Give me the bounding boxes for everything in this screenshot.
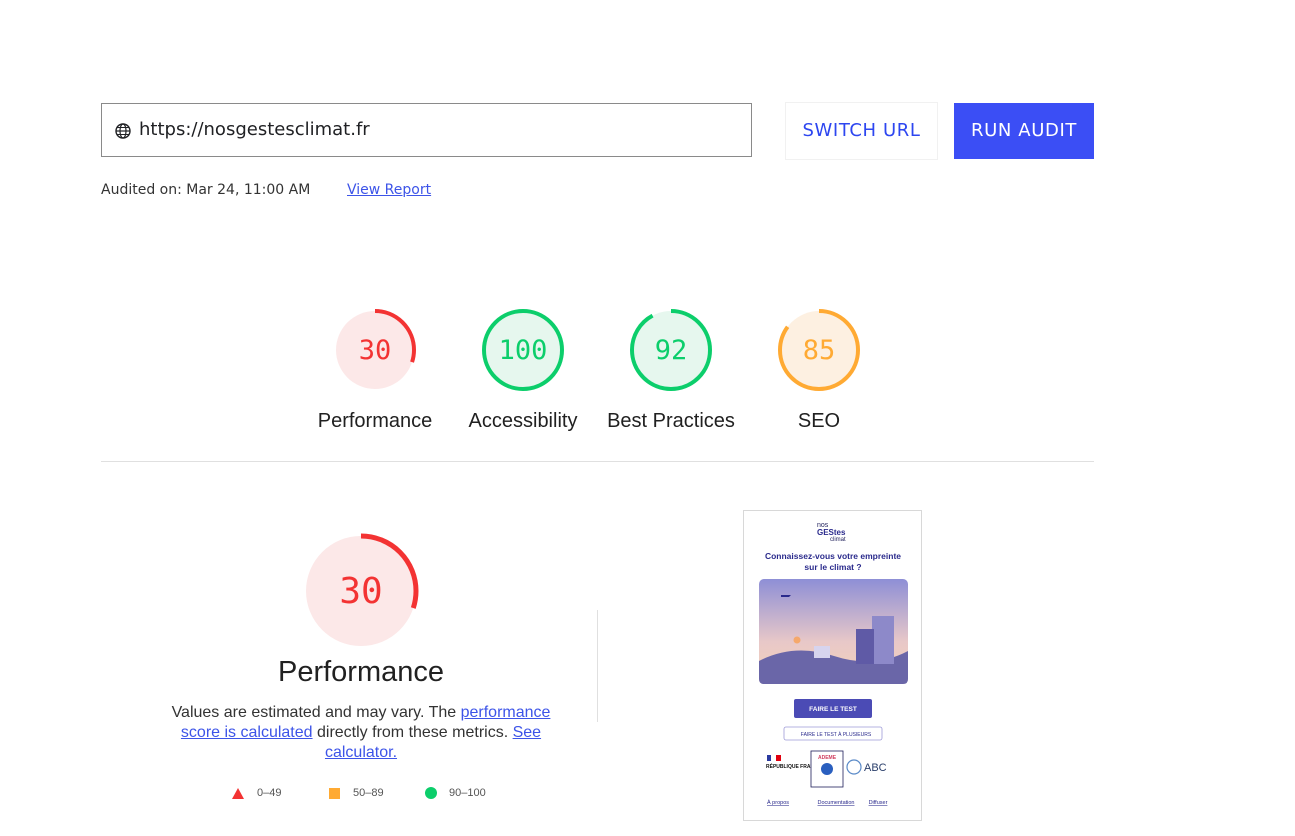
desc-text: directly from these metrics.: [312, 724, 513, 741]
switch-url-button[interactable]: SWITCH URL: [786, 103, 937, 159]
gauge-label: Best Practices: [607, 410, 735, 432]
legend-range: 0–49: [257, 787, 282, 799]
gauge-score: 100: [499, 335, 548, 366]
circle-icon: [425, 787, 437, 799]
gauge-label: Performance: [317, 410, 433, 432]
gauge-ring: 100: [482, 309, 564, 391]
gauge-best-practices[interactable]: 92 Best Practices: [591, 308, 751, 433]
legend-range: 50–89: [353, 787, 384, 799]
logo-text: GEStes: [817, 528, 846, 537]
partner-ademe: ADEME: [818, 755, 837, 761]
logo-text: climat: [830, 537, 846, 543]
legend-average: 50–89: [327, 784, 384, 802]
run-audit-button[interactable]: RUN AUDIT: [954, 103, 1094, 159]
gauge-accessibility[interactable]: 100 Accessibility: [443, 308, 603, 433]
cta-label: FAIRE LE TEST: [809, 706, 857, 713]
footer-link: Documentation: [818, 800, 855, 806]
gauge-ring: 92: [630, 309, 712, 391]
headline: Connaissez-vous votre empreinte: [765, 551, 901, 561]
footer-link: À propos: [767, 799, 789, 806]
partner-abc: ABC: [864, 762, 887, 774]
performance-detail-title: Performance: [277, 656, 444, 688]
url-input[interactable]: https://nosgestesclimat.fr: [101, 103, 752, 157]
globe-icon: [115, 123, 131, 139]
triangle-icon: [232, 788, 244, 799]
view-report-link[interactable]: View Report: [347, 182, 431, 198]
audited-timestamp: Audited on: Mar 24, 11:00 AM: [101, 182, 311, 198]
gauge-score: 85: [803, 335, 836, 366]
section-divider: [101, 461, 1094, 462]
score-legend: 0–49 50–89 90–100: [231, 784, 531, 802]
performance-detail-gauge: 30: [301, 531, 421, 651]
gauge-seo[interactable]: 85 SEO: [739, 308, 899, 433]
gauge-ring: 30: [334, 309, 416, 391]
vertical-divider: [597, 610, 598, 722]
square-icon: [329, 788, 340, 799]
url-value: https://nosgestesclimat.fr: [139, 119, 370, 140]
gauge-ring: 30: [303, 533, 419, 649]
headline: sur le climat ?: [804, 562, 861, 572]
legend-fail: 0–49: [231, 784, 281, 802]
footer-link: Diffuser: [869, 800, 888, 806]
gauge-label: Accessibility: [468, 410, 578, 432]
performance-description: Values are estimated and may vary. The p…: [161, 703, 561, 763]
gauge-ring: 85: [778, 309, 860, 391]
gauge-score: 30: [359, 335, 392, 366]
gauge-label: SEO: [797, 410, 841, 432]
gauge-score: 92: [655, 335, 688, 366]
gauge-performance[interactable]: 30 Performance: [295, 308, 455, 433]
performance-detail-score: 30: [339, 571, 382, 612]
cta2-label: FAIRE LE TEST À PLUSIEURS: [801, 731, 872, 738]
legend-pass: 90–100: [423, 784, 486, 802]
desc-text: Values are estimated and may vary. The: [171, 704, 461, 721]
legend-range: 90–100: [449, 787, 486, 799]
page-screenshot: nos GEStes climat Connaissez-vous votre …: [743, 510, 922, 821]
